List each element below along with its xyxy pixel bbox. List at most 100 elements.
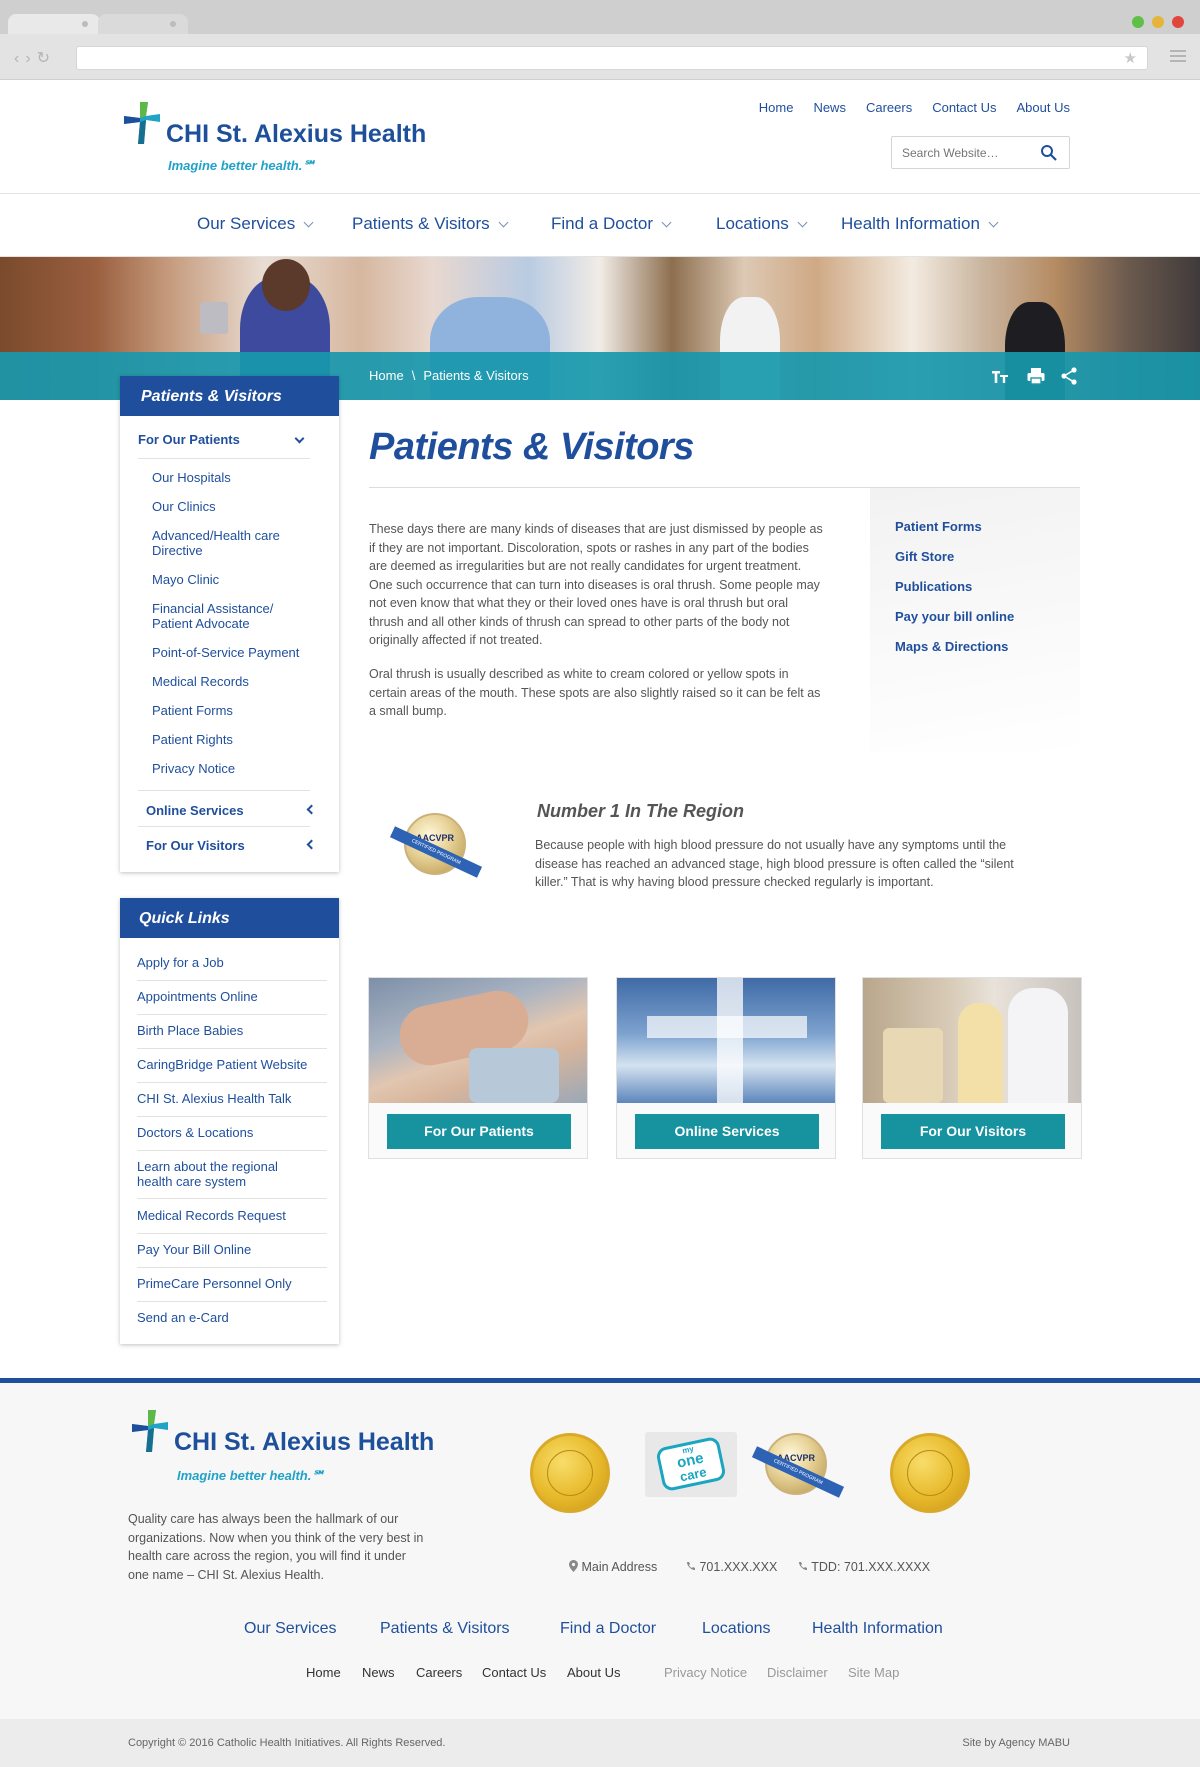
sidebar-item-patient-rights[interactable]: Patient Rights — [152, 732, 327, 747]
footer-nav-patients-visitors[interactable]: Patients & Visitors — [380, 1620, 510, 1638]
chevron-left-icon[interactable] — [306, 804, 317, 815]
site-logo-text[interactable]: CHI St. Alexius Health — [166, 120, 426, 149]
chevron-down-icon — [988, 217, 999, 228]
sidebar-item-patient-forms[interactable]: Patient Forms — [152, 703, 327, 718]
quick-link-pay-bill[interactable]: Pay Your Bill Online — [137, 1242, 327, 1257]
footer-nav-find-a-doctor[interactable]: Find a Doctor — [560, 1620, 656, 1638]
footer-link-contact[interactable]: Contact Us — [482, 1665, 546, 1680]
footer-logo-cross-icon[interactable] — [128, 1408, 176, 1454]
footer-link-privacy-notice[interactable]: Privacy Notice — [664, 1665, 747, 1680]
footer-address: Main Address — [569, 1560, 657, 1574]
address-bar[interactable]: ★ — [76, 46, 1148, 70]
breadcrumb-home[interactable]: Home — [369, 368, 404, 383]
footer-link-site-map[interactable]: Site Map — [848, 1665, 899, 1680]
card-image — [617, 978, 835, 1103]
page-title: Patients & Visitors — [369, 426, 694, 468]
sidebar-item-financial-assistance[interactable]: Financial Assistance/ Patient Advocate — [152, 601, 292, 631]
footer-link-home[interactable]: Home — [306, 1665, 341, 1680]
quick-link-e-card[interactable]: Send an e-Card — [137, 1310, 327, 1325]
online-services-button[interactable]: Online Services — [635, 1114, 819, 1149]
related-link-pay-bill[interactable]: Pay your bill online — [895, 609, 1014, 624]
divider — [137, 1014, 327, 1015]
breadcrumb: Home \ Patients & Visitors — [369, 368, 529, 383]
footer-link-about[interactable]: About Us — [567, 1665, 620, 1680]
tab-close-icon[interactable] — [82, 21, 88, 27]
footer-tdd: TDD: 701.XXX.XXXX — [798, 1560, 930, 1574]
for-our-patients-button[interactable]: For Our Patients — [387, 1114, 571, 1149]
utility-link-careers[interactable]: Careers — [866, 100, 912, 115]
browser-tab[interactable] — [98, 14, 188, 34]
print-icon[interactable] — [1026, 366, 1046, 386]
nav-health-information[interactable]: Health Information — [841, 214, 999, 234]
sidebar-item-pos-payment[interactable]: Point-of-Service Payment — [152, 645, 327, 660]
related-link-publications[interactable]: Publications — [895, 579, 972, 594]
search-input[interactable] — [902, 144, 1032, 162]
sidebar-item-medical-records[interactable]: Medical Records — [152, 674, 327, 689]
phone-icon — [799, 1562, 807, 1570]
quick-link-caringbridge[interactable]: CaringBridge Patient Website — [137, 1057, 327, 1072]
window-maximize-icon[interactable] — [1132, 16, 1144, 28]
quick-link-birth-place-babies[interactable]: Birth Place Babies — [137, 1023, 327, 1038]
divider — [137, 1198, 327, 1199]
utility-link-home[interactable]: Home — [759, 100, 794, 115]
phone-text[interactable]: 701.XXX.XXX — [699, 1560, 777, 1574]
agency-credit[interactable]: Site by Agency MABU — [962, 1737, 1070, 1749]
window-close-icon[interactable] — [1172, 16, 1184, 28]
quick-link-doctors-locations[interactable]: Doctors & Locations — [137, 1125, 327, 1140]
sidebar-section-for-our-visitors[interactable]: For Our Visitors — [146, 838, 245, 853]
text-size-icon[interactable] — [990, 366, 1010, 386]
footer-nav-health-information[interactable]: Health Information — [812, 1620, 943, 1638]
nav-locations[interactable]: Locations — [716, 214, 808, 234]
bookmark-star-icon[interactable]: ★ — [1124, 49, 1137, 67]
footer-link-disclaimer[interactable]: Disclaimer — [767, 1665, 828, 1680]
footer-logo-text[interactable]: CHI St. Alexius Health — [174, 1428, 434, 1457]
footer-nav-locations[interactable]: Locations — [702, 1620, 771, 1638]
utility-link-news[interactable]: News — [813, 100, 846, 115]
address-text[interactable]: Main Address — [581, 1560, 657, 1574]
quick-link-primecare[interactable]: PrimeCare Personnel Only — [137, 1276, 327, 1291]
reload-icon[interactable]: ↻ — [37, 50, 56, 67]
utility-link-contact[interactable]: Contact Us — [932, 100, 996, 115]
sidebar-expanded-section[interactable]: For Our Patients — [138, 432, 240, 447]
joint-commission-seal-icon — [530, 1433, 610, 1513]
chevron-down-icon — [303, 217, 314, 228]
chevron-down-icon[interactable] — [294, 433, 305, 444]
tdd-text[interactable]: TDD: 701.XXX.XXXX — [811, 1560, 930, 1574]
quick-link-apply-job[interactable]: Apply for a Job — [137, 955, 327, 970]
search-icon[interactable] — [1039, 143, 1059, 163]
quick-link-appointments[interactable]: Appointments Online — [137, 989, 327, 1004]
nav-patients-visitors[interactable]: Patients & Visitors — [352, 214, 509, 234]
quick-link-health-talk[interactable]: CHI St. Alexius Health Talk — [137, 1091, 327, 1106]
sidebar-item-privacy-notice[interactable]: Privacy Notice — [152, 761, 327, 776]
sidebar-item-mayo-clinic[interactable]: Mayo Clinic — [152, 572, 327, 587]
sidebar-item-our-hospitals[interactable]: Our Hospitals — [152, 470, 327, 485]
related-link-maps-directions[interactable]: Maps & Directions — [895, 639, 1008, 654]
browser-menu-icon[interactable] — [1170, 50, 1186, 65]
sidebar-item-directive[interactable]: Advanced/Health care Directive — [152, 528, 302, 558]
divider — [137, 1048, 327, 1049]
nav-our-services[interactable]: Our Services — [197, 214, 314, 234]
window-minimize-icon[interactable] — [1152, 16, 1164, 28]
quick-link-medical-records-request[interactable]: Medical Records Request — [137, 1208, 327, 1223]
share-icon[interactable] — [1060, 366, 1078, 386]
for-our-visitors-button[interactable]: For Our Visitors — [881, 1114, 1065, 1149]
footer-nav-our-services[interactable]: Our Services — [244, 1620, 336, 1638]
sidebar-item-our-clinics[interactable]: Our Clinics — [152, 499, 327, 514]
quick-link-regional-system[interactable]: Learn about the regional health care sys… — [137, 1159, 297, 1189]
copyright-text: Copyright © 2016 Catholic Health Initiat… — [128, 1737, 446, 1749]
browser-tab-active[interactable] — [8, 14, 100, 34]
sidebar-section-online-services[interactable]: Online Services — [146, 803, 244, 818]
forward-icon[interactable]: › — [25, 50, 36, 67]
back-icon[interactable]: ‹ — [14, 50, 25, 67]
utility-link-about[interactable]: About Us — [1017, 100, 1070, 115]
nav-find-a-doctor[interactable]: Find a Doctor — [551, 214, 672, 234]
footer-link-news[interactable]: News — [362, 1665, 395, 1680]
tab-close-icon[interactable] — [170, 21, 176, 27]
my-one-care-logo: my one care — [645, 1432, 737, 1497]
related-link-patient-forms[interactable]: Patient Forms — [895, 519, 982, 534]
related-link-gift-store[interactable]: Gift Store — [895, 549, 954, 564]
nav-label: Locations — [716, 214, 789, 233]
logo-cross-icon[interactable] — [120, 100, 168, 146]
footer-link-careers[interactable]: Careers — [416, 1665, 462, 1680]
chevron-left-icon[interactable] — [306, 839, 317, 850]
